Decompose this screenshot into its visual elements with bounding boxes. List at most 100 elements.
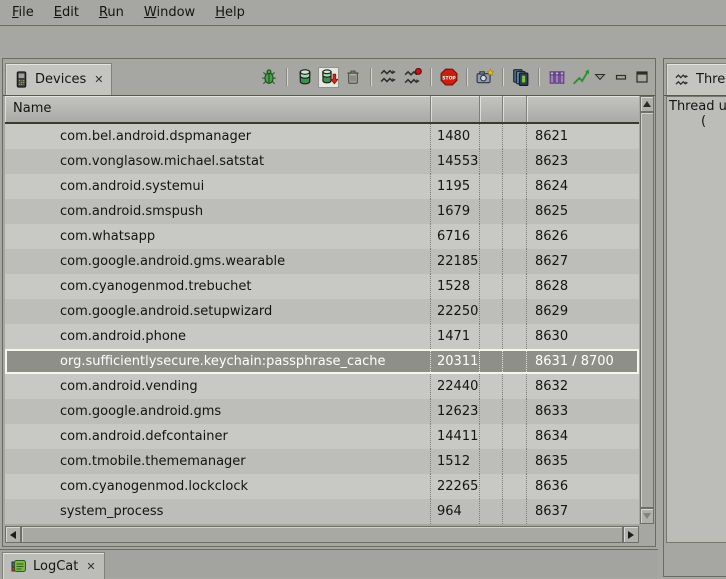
threads-tabbar: Threads xyxy=(664,59,726,96)
devices-tabbar: Devices ✕ STOP xyxy=(3,59,655,96)
process-name: com.tmobile.thememanager xyxy=(5,449,431,474)
process-port: 8624 xyxy=(527,174,639,199)
process-cell-1 xyxy=(480,499,503,524)
arrow-down-icon xyxy=(643,513,651,519)
scroll-up-button[interactable] xyxy=(640,96,654,112)
scroll-down-button[interactable] xyxy=(640,508,654,524)
stop-process-icon[interactable]: STOP xyxy=(438,67,459,88)
view-controls xyxy=(592,62,650,92)
opengl-trace-icon[interactable] xyxy=(570,67,591,88)
process-cell-1 xyxy=(480,249,503,274)
screen-capture-icon[interactable] xyxy=(474,67,495,88)
systrace-icon[interactable] xyxy=(510,67,531,88)
view-hierarchy-icon[interactable] xyxy=(546,67,567,88)
process-name: com.google.android.gms xyxy=(5,399,431,424)
vertical-scrollbar[interactable] xyxy=(640,96,654,524)
main-toolbar-strip xyxy=(0,27,726,58)
vertical-scrollbar-thumb[interactable] xyxy=(640,112,654,508)
column-header-name[interactable]: Name xyxy=(5,96,431,122)
process-row[interactable]: com.android.systemui11958624 xyxy=(5,174,639,199)
view-menu-icon[interactable] xyxy=(592,69,608,85)
update-heap-icon[interactable] xyxy=(294,67,315,88)
process-port: 8623 xyxy=(527,149,639,174)
process-name: com.android.vending xyxy=(5,374,431,399)
close-icon[interactable]: ✕ xyxy=(86,560,95,573)
scroll-right-button[interactable] xyxy=(623,526,639,543)
process-cell-2 xyxy=(503,274,527,299)
process-cell-1 xyxy=(480,324,503,349)
arrow-right-icon xyxy=(628,531,634,539)
close-icon[interactable]: ✕ xyxy=(94,73,103,86)
menu-file[interactable]: File xyxy=(2,2,44,23)
process-row[interactable]: com.google.android.gms12623 8633 xyxy=(5,399,639,424)
process-row[interactable]: com.android.smspush16798625 xyxy=(5,199,639,224)
tab-logcat[interactable]: LogCat ✕ xyxy=(2,552,105,579)
process-pid: 1195 xyxy=(431,174,480,199)
process-pid: 20311 xyxy=(431,349,480,374)
process-port: 8621 xyxy=(527,124,639,149)
menu-edit[interactable]: Edit xyxy=(44,2,89,23)
process-row[interactable]: system_process9648637 xyxy=(5,499,639,524)
menu-window[interactable]: Window xyxy=(134,2,205,23)
process-row[interactable]: com.android.defcontainer144118634 xyxy=(5,424,639,449)
process-row[interactable]: com.whatsapp67168626 xyxy=(5,224,639,249)
column-header-2[interactable] xyxy=(503,96,527,122)
process-name: com.cyanogenmod.trebuchet xyxy=(5,274,431,299)
process-cell-2 xyxy=(503,474,527,499)
process-cell-2 xyxy=(503,124,527,149)
horizontal-scrollbar[interactable] xyxy=(5,526,639,543)
process-cell-1 xyxy=(480,474,503,499)
minimize-icon[interactable] xyxy=(613,69,629,85)
threads-message-line2: ( xyxy=(701,114,726,129)
menu-run[interactable]: Run xyxy=(89,2,134,23)
tab-devices-label: Devices xyxy=(35,72,86,87)
process-pid: 12623 xyxy=(431,399,480,424)
cause-gc-icon[interactable] xyxy=(342,67,363,88)
process-port: 8634 xyxy=(527,424,639,449)
debug-icon[interactable] xyxy=(258,67,279,88)
dump-hprof-icon[interactable] xyxy=(318,67,339,88)
process-port: 8631 / 8700 xyxy=(527,349,639,374)
arrow-up-icon xyxy=(643,101,651,107)
process-row[interactable]: com.android.phone14718630 xyxy=(5,324,639,349)
process-row[interactable]: com.google.android.setupwizard222508629 xyxy=(5,299,639,324)
process-name: org.sufficientlysecure.keychain:passphra… xyxy=(5,349,431,374)
process-cell-2 xyxy=(503,299,527,324)
process-port: 8635 xyxy=(527,449,639,474)
horizontal-scrollbar-thumb[interactable] xyxy=(21,526,623,543)
maximize-icon[interactable] xyxy=(634,69,650,85)
process-row[interactable]: org.sufficientlysecure.keychain:passphra… xyxy=(5,349,639,374)
process-port: 8625 xyxy=(527,199,639,224)
process-cell-2 xyxy=(503,249,527,274)
process-row[interactable]: com.android.vending224408632 xyxy=(5,374,639,399)
process-pid: 1528 xyxy=(431,274,480,299)
threads-view: Threads Thread up ( xyxy=(663,58,726,577)
process-cell-2 xyxy=(503,374,527,399)
menu-help[interactable]: Help xyxy=(205,2,255,23)
process-pid: 6716 xyxy=(431,224,480,249)
update-threads-icon[interactable] xyxy=(378,67,399,88)
process-row[interactable]: com.cyanogenmod.trebuchet15288628 xyxy=(5,274,639,299)
column-header-1[interactable] xyxy=(480,96,503,122)
scroll-left-button[interactable] xyxy=(5,526,21,543)
column-header-port[interactable] xyxy=(527,96,639,122)
tab-devices[interactable]: Devices ✕ xyxy=(5,63,112,95)
process-row[interactable]: com.google.android.gms.wearable221858627 xyxy=(5,249,639,274)
process-pid: 22185 xyxy=(431,249,480,274)
process-pid: 22265 xyxy=(431,474,480,499)
toolbar-separator xyxy=(502,68,503,86)
column-header-pid[interactable] xyxy=(431,96,480,122)
tab-threads[interactable]: Threads xyxy=(666,63,726,95)
process-row[interactable]: com.cyanogenmod.lockclock222658636 xyxy=(5,474,639,499)
toolbar-separator xyxy=(430,68,431,86)
process-name: com.cyanogenmod.lockclock xyxy=(5,474,431,499)
method-profiling-icon[interactable] xyxy=(402,67,423,88)
process-cell-1 xyxy=(480,124,503,149)
process-cell-2 xyxy=(503,174,527,199)
process-row[interactable]: com.vonglasow.michael.satstat145538623 xyxy=(5,149,639,174)
process-row[interactable]: com.tmobile.thememanager15128635 xyxy=(5,449,639,474)
process-port: 8633 xyxy=(527,399,639,424)
process-row[interactable]: com.bel.android.dspmanager14808621 xyxy=(5,124,639,149)
devices-view: Devices ✕ STOP Name com.bel.android.dspm… xyxy=(2,58,656,547)
logcat-view: LogCat ✕ xyxy=(0,549,658,577)
